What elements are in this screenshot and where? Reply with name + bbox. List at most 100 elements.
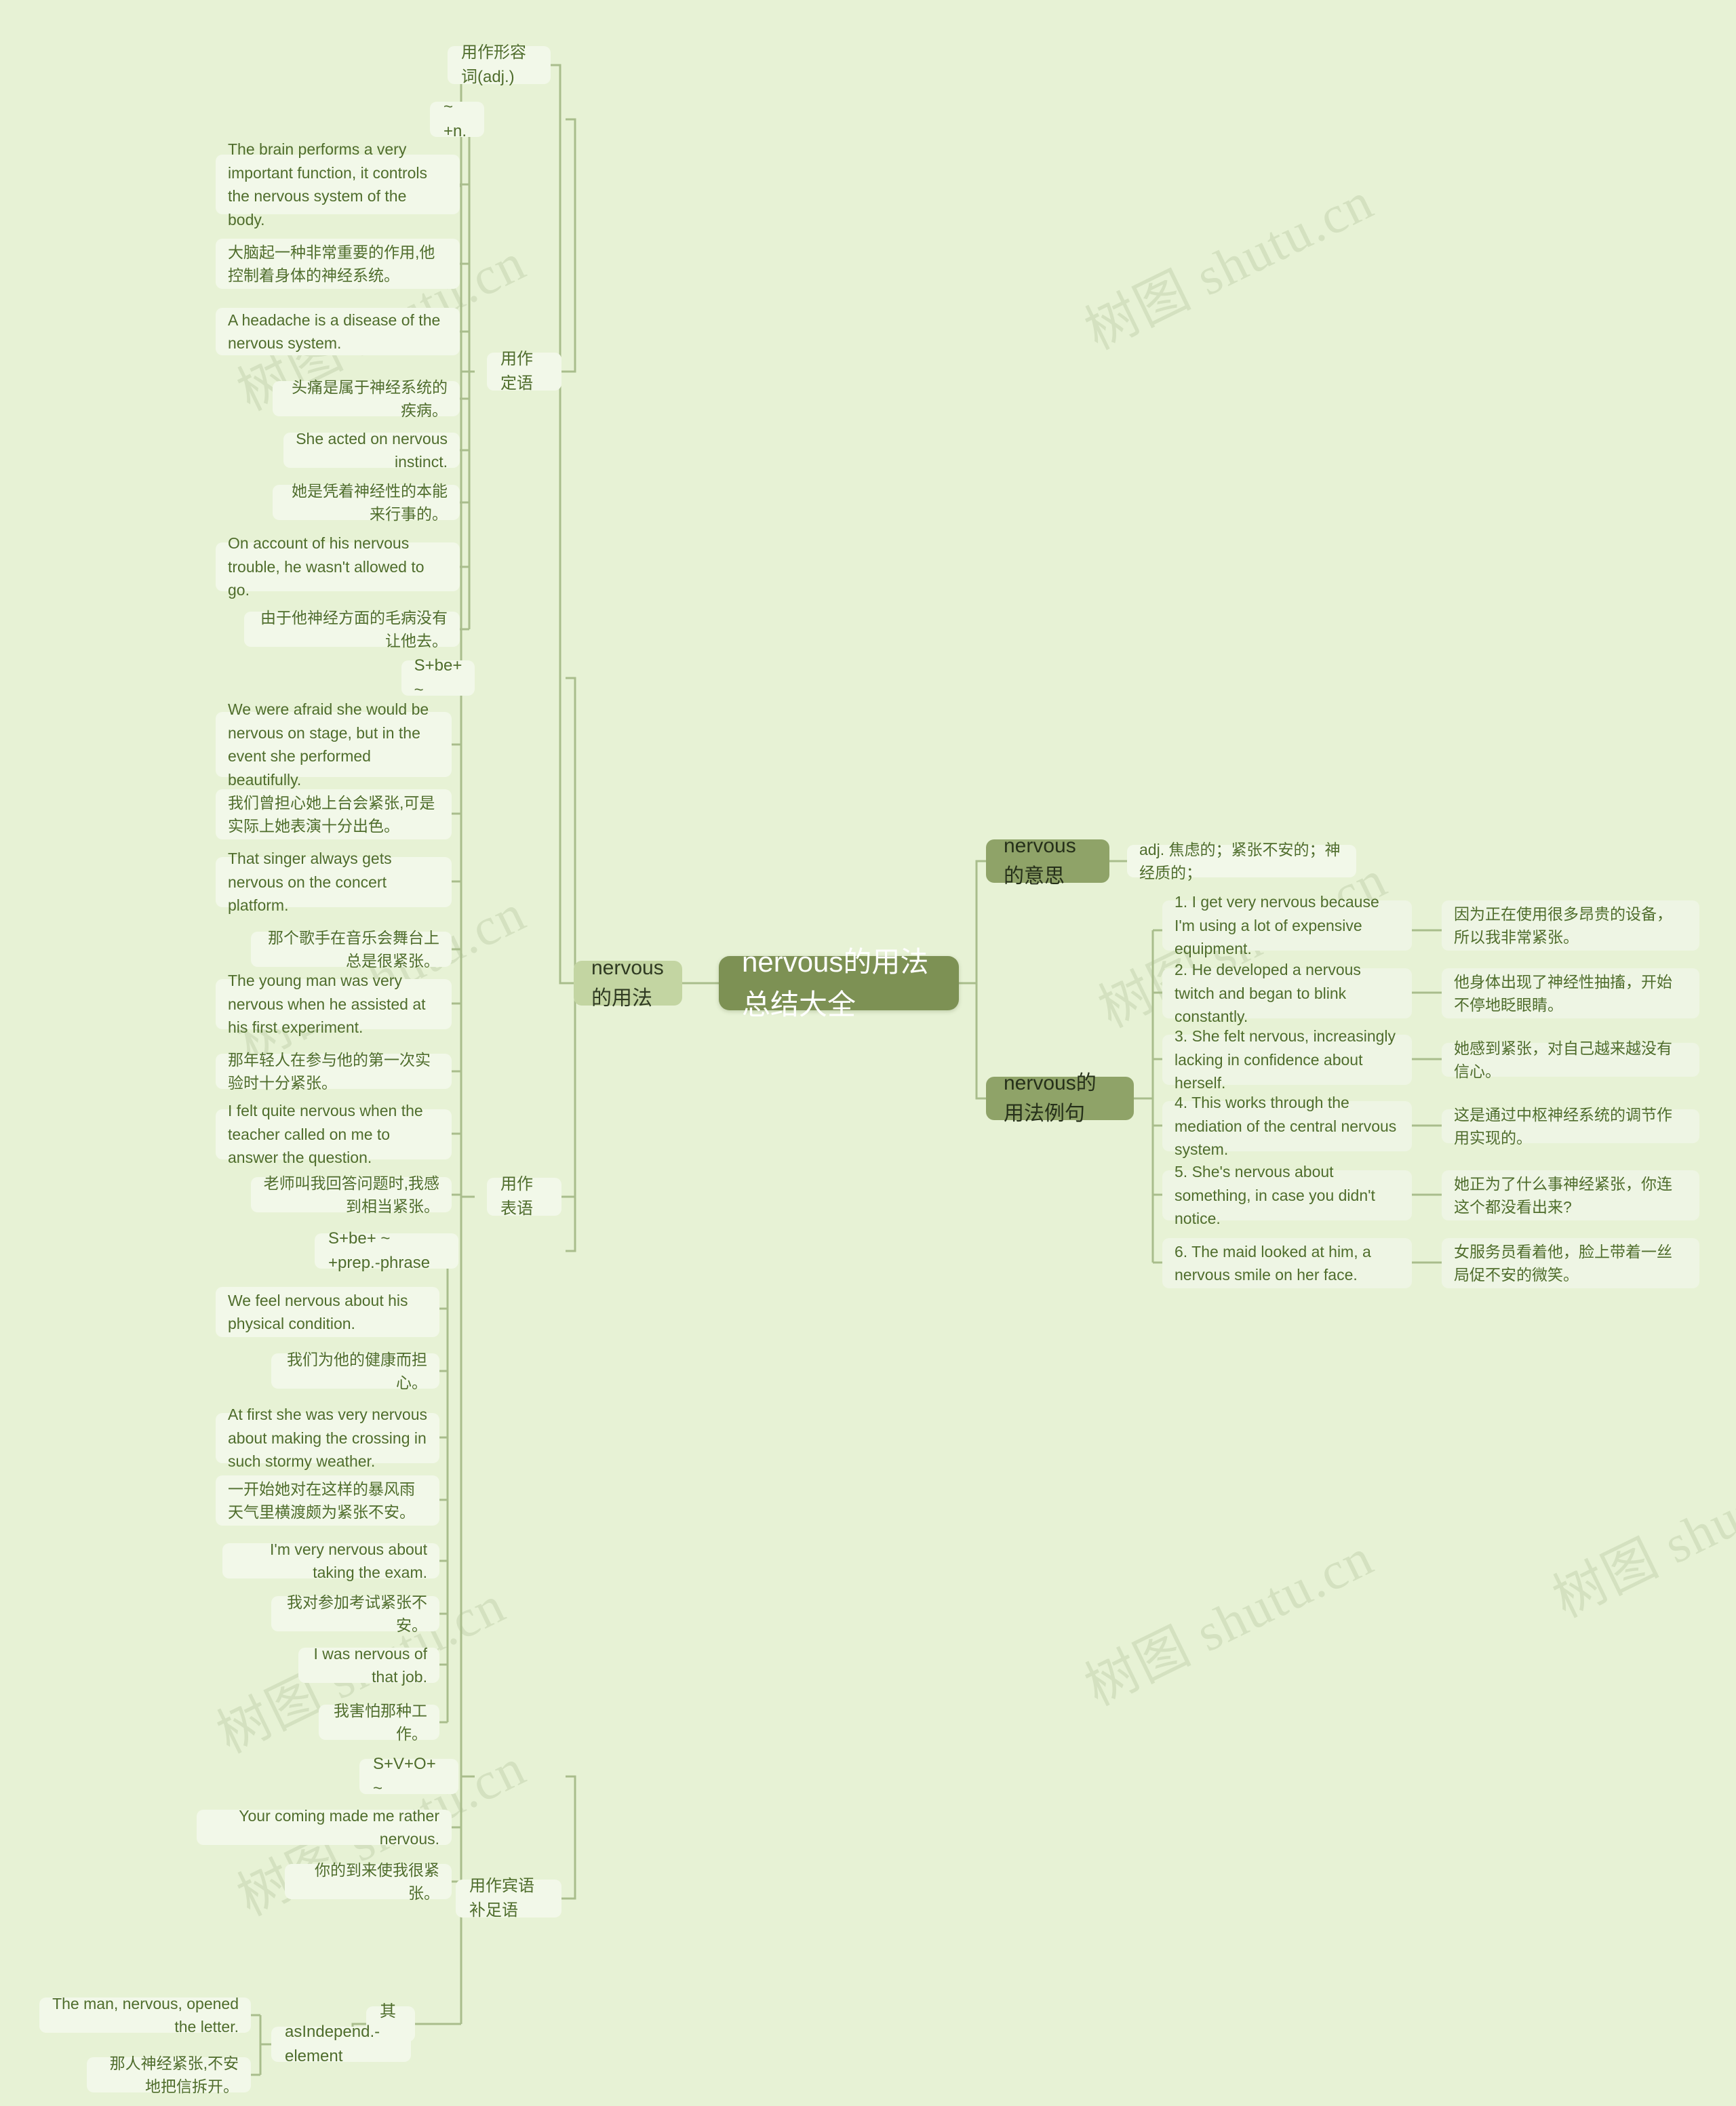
pattern-s-v-o-adj[interactable]: S+V+O+ ~	[359, 1755, 458, 1797]
example-sentence[interactable]: The young man was very nervous when he a…	[216, 972, 452, 1036]
branch-nervous-meaning[interactable]: nervous的意思	[986, 835, 1109, 888]
sentence-text: 2. He developed a nervous twitch and beg…	[1175, 961, 1361, 1026]
branch-label: nervous的用法	[591, 957, 664, 1010]
sentence-text: 我们为他的健康而担心。	[287, 1350, 427, 1392]
example-sentence[interactable]: 3. She felt nervous, increasingly lackin…	[1162, 1027, 1412, 1092]
root-node[interactable]: nervous的用法总结大全	[719, 946, 959, 1020]
sentence-text: 一开始她对在这样的暴风雨天气里横渡颇为紧张不安。	[228, 1479, 415, 1522]
pattern-label: S+V+O+ ~	[373, 1755, 436, 1797]
example-translation[interactable]: 因为正在使用很多昂贵的设备，所以我非常紧张。	[1442, 900, 1699, 951]
pattern-label: S+be+ ~ +prep.-phrase	[328, 1229, 431, 1272]
example-translation[interactable]: 那年轻人在参与他的第一次实验时十分紧张。	[216, 1051, 452, 1092]
category-adjective-usage[interactable]: 用作形容词(adj.)	[448, 43, 551, 86]
sentence-text: I'm very nervous about taking the exam.	[270, 1540, 427, 1582]
example-translation[interactable]: 女服务员看着他，脸上带着一丝局促不安的微笑。	[1442, 1238, 1699, 1288]
sentence-text: At first she was very nervous about maki…	[228, 1406, 427, 1471]
sentence-text: The brain performs a very important func…	[228, 140, 428, 229]
example-sentence[interactable]: That singer always gets nervous on the c…	[216, 850, 452, 914]
example-translation[interactable]: 她正为了什么事神经紧张，你连这个都没看出来?	[1442, 1170, 1699, 1220]
meaning-definition[interactable]: adj. 焦虑的；紧张不安的；神经质的；	[1127, 841, 1356, 881]
pattern-s-be-adj[interactable]: S+be+ ~	[401, 656, 475, 699]
example-translation[interactable]: 头痛是属于神经系统的疾病。	[273, 378, 460, 419]
sentence-text: On account of his nervous trouble, he wa…	[228, 534, 425, 599]
sentence-text: 我害怕那种工作。	[334, 1701, 427, 1743]
example-sentence[interactable]: 5. She's nervous about something, in cas…	[1162, 1163, 1412, 1227]
example-translation[interactable]: 我们为他的健康而担心。	[271, 1351, 439, 1391]
sentence-text: 我对参加考试紧张不安。	[287, 1593, 427, 1635]
example-translation[interactable]: 那人神经紧张,不安地把信拆开。	[87, 2054, 251, 2095]
mindmap-canvas: 树图 shutu.cn 树图 shutu.cn 树图 shutu.cn 树图 s…	[0, 0, 1736, 2106]
sentence-text: I was nervous of that job.	[313, 1644, 427, 1686]
example-sentence[interactable]: 6. The maid looked at him, a nervous smi…	[1162, 1238, 1412, 1288]
branch-label: nervous的意思	[1004, 835, 1076, 888]
sentence-text: 由于他神经方面的毛病没有让他去。	[260, 608, 448, 650]
example-translation[interactable]: 我害怕那种工作。	[319, 1702, 439, 1743]
branch-nervous-examples[interactable]: nervous的用法例句	[986, 1072, 1134, 1125]
category-label: 用作宾语补足语	[469, 1877, 534, 1920]
example-sentence[interactable]: We were afraid she would be nervous on s…	[216, 700, 452, 789]
example-sentence[interactable]: On account of his nervous trouble, he wa…	[216, 534, 460, 599]
sentence-text: 那年轻人在参与他的第一次实验时十分紧张。	[228, 1050, 431, 1092]
sentence-text: The young man was very nervous when he a…	[228, 972, 426, 1037]
sentence-text: 那人神经紧张,不安地把信拆开。	[109, 2054, 239, 2096]
example-translation[interactable]: 由于他神经方面的毛病没有让他去。	[244, 609, 460, 650]
example-sentence[interactable]: We feel nervous about his physical condi…	[216, 1287, 439, 1337]
sentence-text: We feel nervous about his physical condi…	[228, 1291, 408, 1333]
example-sentence[interactable]: 2. He developed a nervous twitch and beg…	[1162, 961, 1412, 1025]
example-translation[interactable]: 她是凭着神经性的本能来行事的。	[273, 482, 460, 523]
category-object-complement[interactable]: 用作宾语补足语	[456, 1877, 561, 1920]
sentence-text: 5. She's nervous about something, in cas…	[1175, 1163, 1375, 1228]
branch-label: nervous的用法例句	[1004, 1072, 1097, 1125]
example-sentence[interactable]: I'm very nervous about taking the exam.	[222, 1541, 439, 1581]
pattern-independent-element[interactable]: asIndepend.-element	[271, 2023, 411, 2065]
example-sentence[interactable]: I was nervous of that job.	[298, 1645, 439, 1686]
category-predicative[interactable]: 用作表语	[487, 1175, 561, 1218]
category-label: 用作表语	[500, 1175, 533, 1218]
watermark: 树图 shutu.cn	[1076, 1526, 1383, 1717]
pattern-s-be-adj-prep[interactable]: S+be+ ~ +prep.-phrase	[315, 1229, 458, 1272]
definition-text: adj. 焦虑的；紧张不安的；神经质的；	[1139, 840, 1341, 882]
sentence-text: 他身体出现了神经性抽搐，开始不停地眨眼睛。	[1454, 972, 1672, 1014]
sentence-text: 她是凭着神经性的本能来行事的。	[292, 481, 448, 523]
example-translation[interactable]: 这是通过中枢神经系统的调节作用实现的。	[1442, 1106, 1699, 1147]
example-translation[interactable]: 那个歌手在音乐会舞台上总是很紧张。	[251, 929, 452, 970]
pattern-adj-plus-noun[interactable]: ~ +n.	[430, 98, 484, 140]
sentence-text: 6. The maid looked at him, a nervous smi…	[1175, 1242, 1371, 1284]
example-sentence[interactable]: I felt quite nervous when the teacher ca…	[216, 1102, 452, 1166]
category-label: 用作定语	[500, 350, 533, 393]
example-sentence[interactable]: At first she was very nervous about maki…	[216, 1406, 439, 1470]
sentence-text: 她正为了什么事神经紧张，你连这个都没看出来?	[1454, 1174, 1672, 1216]
pattern-label: S+be+ ~	[414, 656, 462, 699]
example-sentence[interactable]: Your coming made me rather nervous.	[197, 1807, 452, 1848]
watermark: 树图 shutu.cn	[1076, 170, 1383, 361]
example-translation[interactable]: 大脑起一种非常重要的作用,他控制着身体的神经系统。	[216, 239, 460, 289]
example-translation[interactable]: 我们曾担心她上台会紧张,可是实际上她表演十分出色。	[216, 789, 452, 839]
example-sentence[interactable]: The man, nervous, opened the letter.	[39, 1995, 251, 2035]
sentence-text: That singer always gets nervous on the c…	[228, 850, 392, 915]
example-translation[interactable]: 他身体出现了神经性抽搐，开始不停地眨眼睛。	[1442, 968, 1699, 1018]
sentence-text: 老师叫我回答问题时,我感到相当紧张。	[263, 1174, 439, 1216]
pattern-label: ~ +n.	[443, 98, 467, 140]
sentence-text: 她感到紧张，对自己越来越没有信心。	[1454, 1039, 1672, 1081]
sentence-text: 你的到来使我很紧张。	[315, 1861, 439, 1903]
sentence-text: She acted on nervous instinct.	[296, 429, 448, 471]
example-sentence[interactable]: 1. I get very nervous because I'm using …	[1162, 893, 1412, 957]
sentence-text: I felt quite nervous when the teacher ca…	[228, 1102, 423, 1167]
sentence-text: 1. I get very nervous because I'm using …	[1175, 893, 1379, 958]
example-sentence[interactable]: 4. This works through the mediation of t…	[1162, 1094, 1412, 1158]
example-sentence[interactable]: A headache is a disease of the nervous s…	[216, 308, 460, 355]
example-translation[interactable]: 我对参加考试紧张不安。	[271, 1593, 439, 1634]
example-translation[interactable]: 一开始她对在这样的暴风雨天气里横渡颇为紧张不安。	[216, 1475, 439, 1526]
branch-nervous-usage[interactable]: nervous的用法	[574, 957, 682, 1010]
example-sentence[interactable]: The brain performs a very important func…	[216, 140, 460, 229]
sentence-text: A headache is a disease of the nervous s…	[228, 311, 441, 353]
category-label: 用作形容词(adj.)	[461, 43, 526, 86]
category-attributive[interactable]: 用作定语	[487, 350, 561, 393]
sentence-text: The man, nervous, opened the letter.	[52, 1994, 239, 2036]
sentence-text: 这是通过中枢神经系统的调节作用实现的。	[1454, 1105, 1672, 1147]
sentence-text: 头痛是属于神经系统的疾病。	[292, 378, 448, 420]
example-sentence[interactable]: She acted on nervous instinct.	[283, 430, 460, 471]
example-translation[interactable]: 你的到来使我很紧张。	[285, 1861, 452, 1902]
example-translation[interactable]: 她感到紧张，对自己越来越没有信心。	[1442, 1039, 1699, 1080]
example-translation[interactable]: 老师叫我回答问题时,我感到相当紧张。	[251, 1174, 452, 1215]
